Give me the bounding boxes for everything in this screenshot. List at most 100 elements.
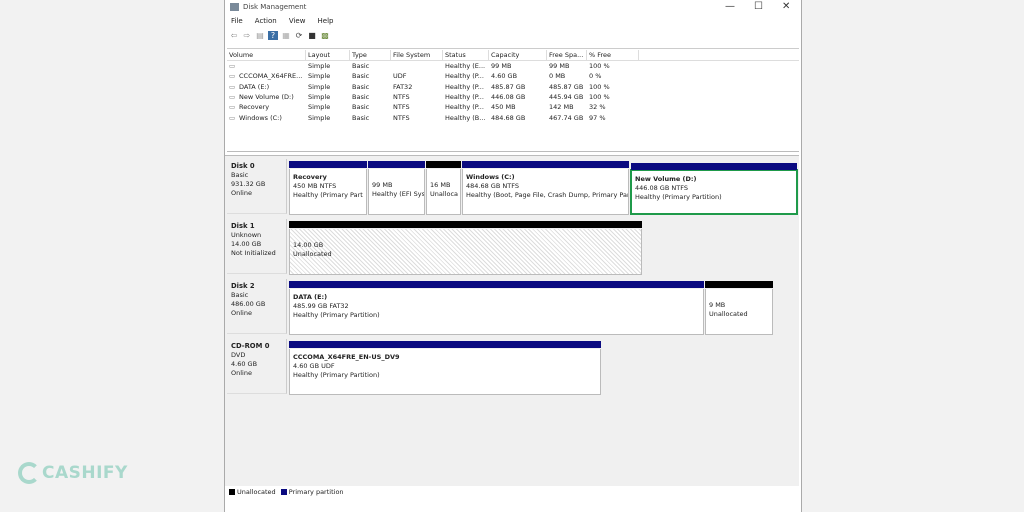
volume-cell: Recovery [239, 103, 270, 112]
disk-name: CD-ROM 0 [231, 342, 270, 350]
partition-size: 9 MB [709, 301, 726, 309]
disk-label[interactable]: Disk 1 Unknown 14.00 GB Not Initialized [227, 219, 287, 274]
column-header[interactable]: Type [350, 50, 391, 60]
column-header[interactable]: Volume [227, 50, 306, 60]
volume-cell: Simple [308, 62, 331, 70]
volume-row[interactable]: Simple Basic Healthy (E... 99 MB 99 MB 100 % ▭ [227, 61, 799, 71]
wizard-icon[interactable]: ▩ [320, 31, 330, 40]
partition-bar [289, 281, 704, 288]
partition[interactable]: Recovery 450 MB NTFS Healthy (Primary Part [289, 161, 367, 215]
volume-cell: 0 MB [549, 72, 566, 81]
properties-icon[interactable]: ▤ [255, 31, 265, 40]
partition[interactable]: 16 MB Unalloca [426, 161, 461, 215]
column-header[interactable]: Status [443, 50, 489, 60]
disk-status: Not Initialized [231, 249, 276, 257]
volume-icon: ▭ [229, 92, 236, 101]
disk-status: Online [231, 189, 252, 197]
disk-icon[interactable]: ■ [307, 31, 317, 40]
legend: Unallocated Primary partition [229, 488, 344, 496]
partition[interactable]: CCCOMA_X64FRE_EN-US_DV9 4.60 GB UDF Health… [289, 341, 601, 395]
menu-file[interactable]: File [231, 17, 243, 25]
legend-primary: Primary partition [288, 488, 344, 496]
partition-status: Healthy (Boot, Page File, Crash Dump, Pr… [466, 191, 628, 199]
column-header[interactable]: Capacity [489, 50, 547, 60]
legend-unallocated: Unallocated [237, 488, 276, 496]
volume-cell: 32 % [589, 103, 606, 112]
volume-cell: Simple [308, 92, 331, 101]
partition-status: Healthy (Primary Partition) [293, 371, 380, 379]
volume-icon: ▭ [229, 103, 236, 112]
column-header[interactable]: % Free [587, 50, 639, 60]
partition[interactable]: 99 MB Healthy (EFI Sys [368, 161, 425, 215]
volume-row[interactable]: CCCOMA_X64FRE... Simple Basic UDF Healthy (P… [227, 71, 799, 81]
partition-name: DATA (E:) [293, 293, 328, 301]
partition[interactable]: 9 MB Unallocated [705, 281, 773, 335]
partition-size: 16 MB [430, 181, 451, 189]
partition-name: CCCOMA_X64FRE_EN-US_DV9 [293, 353, 400, 361]
partition-name: New Volume (D:) [635, 175, 697, 183]
partition[interactable]: Windows (C:) 484.68 GB NTFS Healthy (Boot,… [462, 161, 629, 215]
column-header[interactable]: Layout [306, 50, 350, 60]
disk-status: Online [231, 369, 252, 377]
volume-cell: CCCOMA_X64FRE... [239, 72, 303, 81]
column-header[interactable]: Free Spa... [547, 50, 587, 60]
volume-cell: 450 MB [491, 103, 516, 112]
partition-bar [368, 161, 425, 168]
refresh-icon[interactable]: ⟳ [294, 31, 304, 40]
partition-status: Unallocated [293, 250, 332, 258]
partition-bar [289, 161, 367, 168]
volume-cell: Basic [352, 72, 370, 81]
volume-cell: New Volume (D:) [239, 92, 294, 101]
disk-label[interactable]: Disk 0 Basic 931.32 GB Online [227, 159, 287, 214]
maximize-button[interactable]: ☐ [754, 1, 763, 12]
partition-size: 484.68 GB NTFS [466, 182, 519, 190]
volume-cell: 4.60 GB [491, 72, 518, 81]
close-button[interactable]: ✕ [782, 1, 790, 12]
partition-name: Recovery [293, 173, 327, 181]
volume-row[interactable]: Recovery Simple Basic NTFS Healthy (P... 450 … [227, 102, 799, 112]
back-icon[interactable]: ⇦ [229, 31, 239, 40]
forward-icon[interactable]: ⇨ [242, 31, 252, 40]
volume-cell: 100 % [589, 82, 610, 91]
partition[interactable]: DATA (E:) 485.99 GB FAT32 Healthy (Primary… [289, 281, 704, 335]
volume-row[interactable]: DATA (E:) Simple Basic FAT32 Healthy (P... 48… [227, 82, 799, 92]
volume-cell: Basic [352, 103, 370, 112]
volume-icon: ▭ [229, 113, 236, 122]
volume-cell: Healthy (E... [445, 62, 486, 70]
disk-label[interactable]: CD-ROM 0 DVD 4.60 GB Online [227, 339, 287, 394]
partition[interactable]: 14.00 GB Unallocated [289, 221, 642, 275]
partition-bar [426, 161, 461, 168]
menu-bar: File Action View Help [231, 17, 343, 25]
unallocated-swatch [229, 489, 235, 495]
partition-name: Windows (C:) [466, 173, 515, 181]
disk-size: 486.00 GB [231, 300, 266, 308]
primary-swatch [280, 489, 287, 495]
minimize-button[interactable]: — [725, 1, 735, 12]
view-icon[interactable]: ▦ [281, 31, 291, 40]
volume-cell: DATA (E:) [239, 82, 270, 91]
volume-cell: Healthy (P... [445, 72, 484, 81]
column-header[interactable]: File System [391, 50, 443, 60]
volume-row[interactable]: New Volume (D:) Simple Basic NTFS Healthy (P… [227, 92, 799, 102]
menu-help[interactable]: Help [318, 17, 334, 25]
menu-action[interactable]: Action [255, 17, 277, 25]
partition-size: 450 MB NTFS [293, 182, 337, 190]
volume-cell: Windows (C:) [239, 113, 282, 122]
partition-status: Unallocated [709, 310, 748, 318]
help-icon[interactable]: ? [268, 31, 278, 40]
volume-cell: 484.68 GB [491, 113, 526, 122]
disk-management-window: Disk Management — ☐ ✕ File Action View H… [224, 0, 802, 512]
disk-graphical-view: Disk 0 Basic 931.32 GB Online Recovery 450 MB… [225, 155, 799, 486]
volume-cell: 485.87 GB [549, 82, 584, 91]
partition[interactable]: New Volume (D:) 446.08 GB NTFS Healthy (Pr… [630, 163, 798, 215]
volume-cell: Healthy (P... [445, 92, 484, 101]
volume-row[interactable]: Windows (C:) Simple Basic NTFS Healthy (B...… [227, 113, 799, 123]
partition-status: Healthy (EFI Sys [372, 190, 424, 198]
menu-view[interactable]: View [289, 17, 306, 25]
volume-cell: 445.94 GB [549, 92, 584, 101]
app-icon [230, 3, 239, 11]
partition-size: 446.08 GB NTFS [635, 184, 688, 192]
volume-cell: Simple [308, 82, 331, 91]
disk-label[interactable]: Disk 2 Basic 486.00 GB Online [227, 279, 287, 334]
volume-list: Volume Layout Type File System Status Capacit… [227, 48, 799, 152]
